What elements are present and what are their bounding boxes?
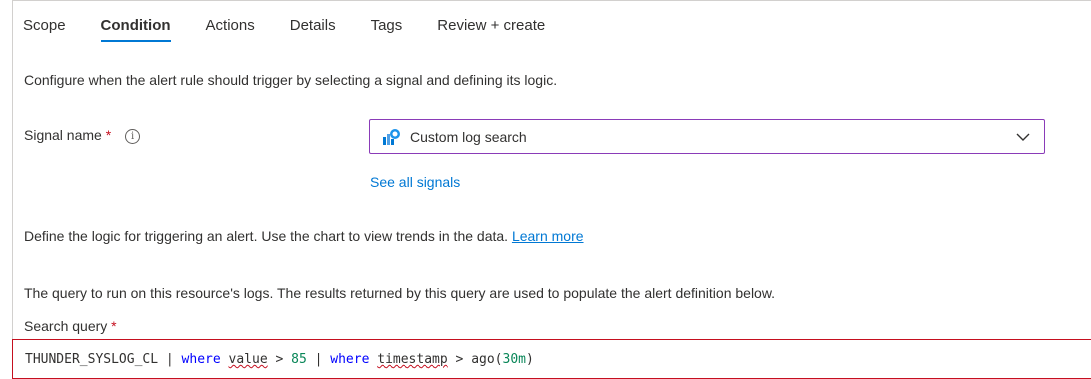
required-marker: * xyxy=(111,318,117,334)
learn-more-link[interactable]: Learn more xyxy=(512,228,584,244)
query-keyword-where: where xyxy=(181,352,221,367)
tab-condition[interactable]: Condition xyxy=(100,17,171,42)
query-operator: > xyxy=(447,352,472,367)
tab-actions[interactable]: Actions xyxy=(206,17,255,42)
query-duration: 30m xyxy=(502,352,526,367)
required-marker: * xyxy=(105,127,112,143)
search-query-editor[interactable]: THUNDER_SYSLOG_CL | where value > 85 | w… xyxy=(12,339,1091,379)
log-search-icon xyxy=(383,129,400,145)
tab-details[interactable]: Details xyxy=(290,17,336,42)
info-icon[interactable]: i xyxy=(125,129,141,144)
tab-scope[interactable]: Scope xyxy=(23,17,66,42)
search-query-label-text: Search query xyxy=(24,318,108,334)
query-number: 85 xyxy=(291,352,307,367)
query-pipe: | xyxy=(306,352,331,367)
see-all-signals-link[interactable]: See all signals xyxy=(370,174,460,190)
signal-name-label: Signal name * i xyxy=(24,127,141,144)
query-keyword-where: where xyxy=(330,352,370,367)
query-function: ago( xyxy=(471,352,503,367)
panel-frame xyxy=(12,0,1091,377)
query-pipe: | xyxy=(158,352,182,367)
tab-bar: Scope Condition Actions Details Tags Rev… xyxy=(23,17,580,42)
logic-text: Define the logic for triggering an alert… xyxy=(24,228,509,244)
query-field-timestamp: timestamp xyxy=(377,352,448,367)
tab-tags[interactable]: Tags xyxy=(371,17,403,42)
query-line: THUNDER_SYSLOG_CL | where value > 85 | w… xyxy=(25,352,534,367)
query-field-value: value xyxy=(228,352,268,367)
condition-description: Configure when the alert rule should tri… xyxy=(24,72,558,88)
tab-review-create[interactable]: Review + create xyxy=(437,17,545,42)
signal-name-value: Custom log search xyxy=(410,129,527,145)
signal-name-dropdown[interactable]: Custom log search xyxy=(369,119,1045,154)
signal-name-label-text: Signal name xyxy=(24,127,102,143)
query-operator: > xyxy=(267,352,292,367)
query-table: THUNDER_SYSLOG_CL xyxy=(25,352,159,367)
query-close-paren: ) xyxy=(525,352,534,367)
query-description: The query to run on this resource's logs… xyxy=(24,285,776,301)
search-query-label: Search query * xyxy=(24,318,117,334)
logic-description: Define the logic for triggering an alert… xyxy=(24,228,584,244)
chevron-down-icon xyxy=(1016,133,1030,141)
